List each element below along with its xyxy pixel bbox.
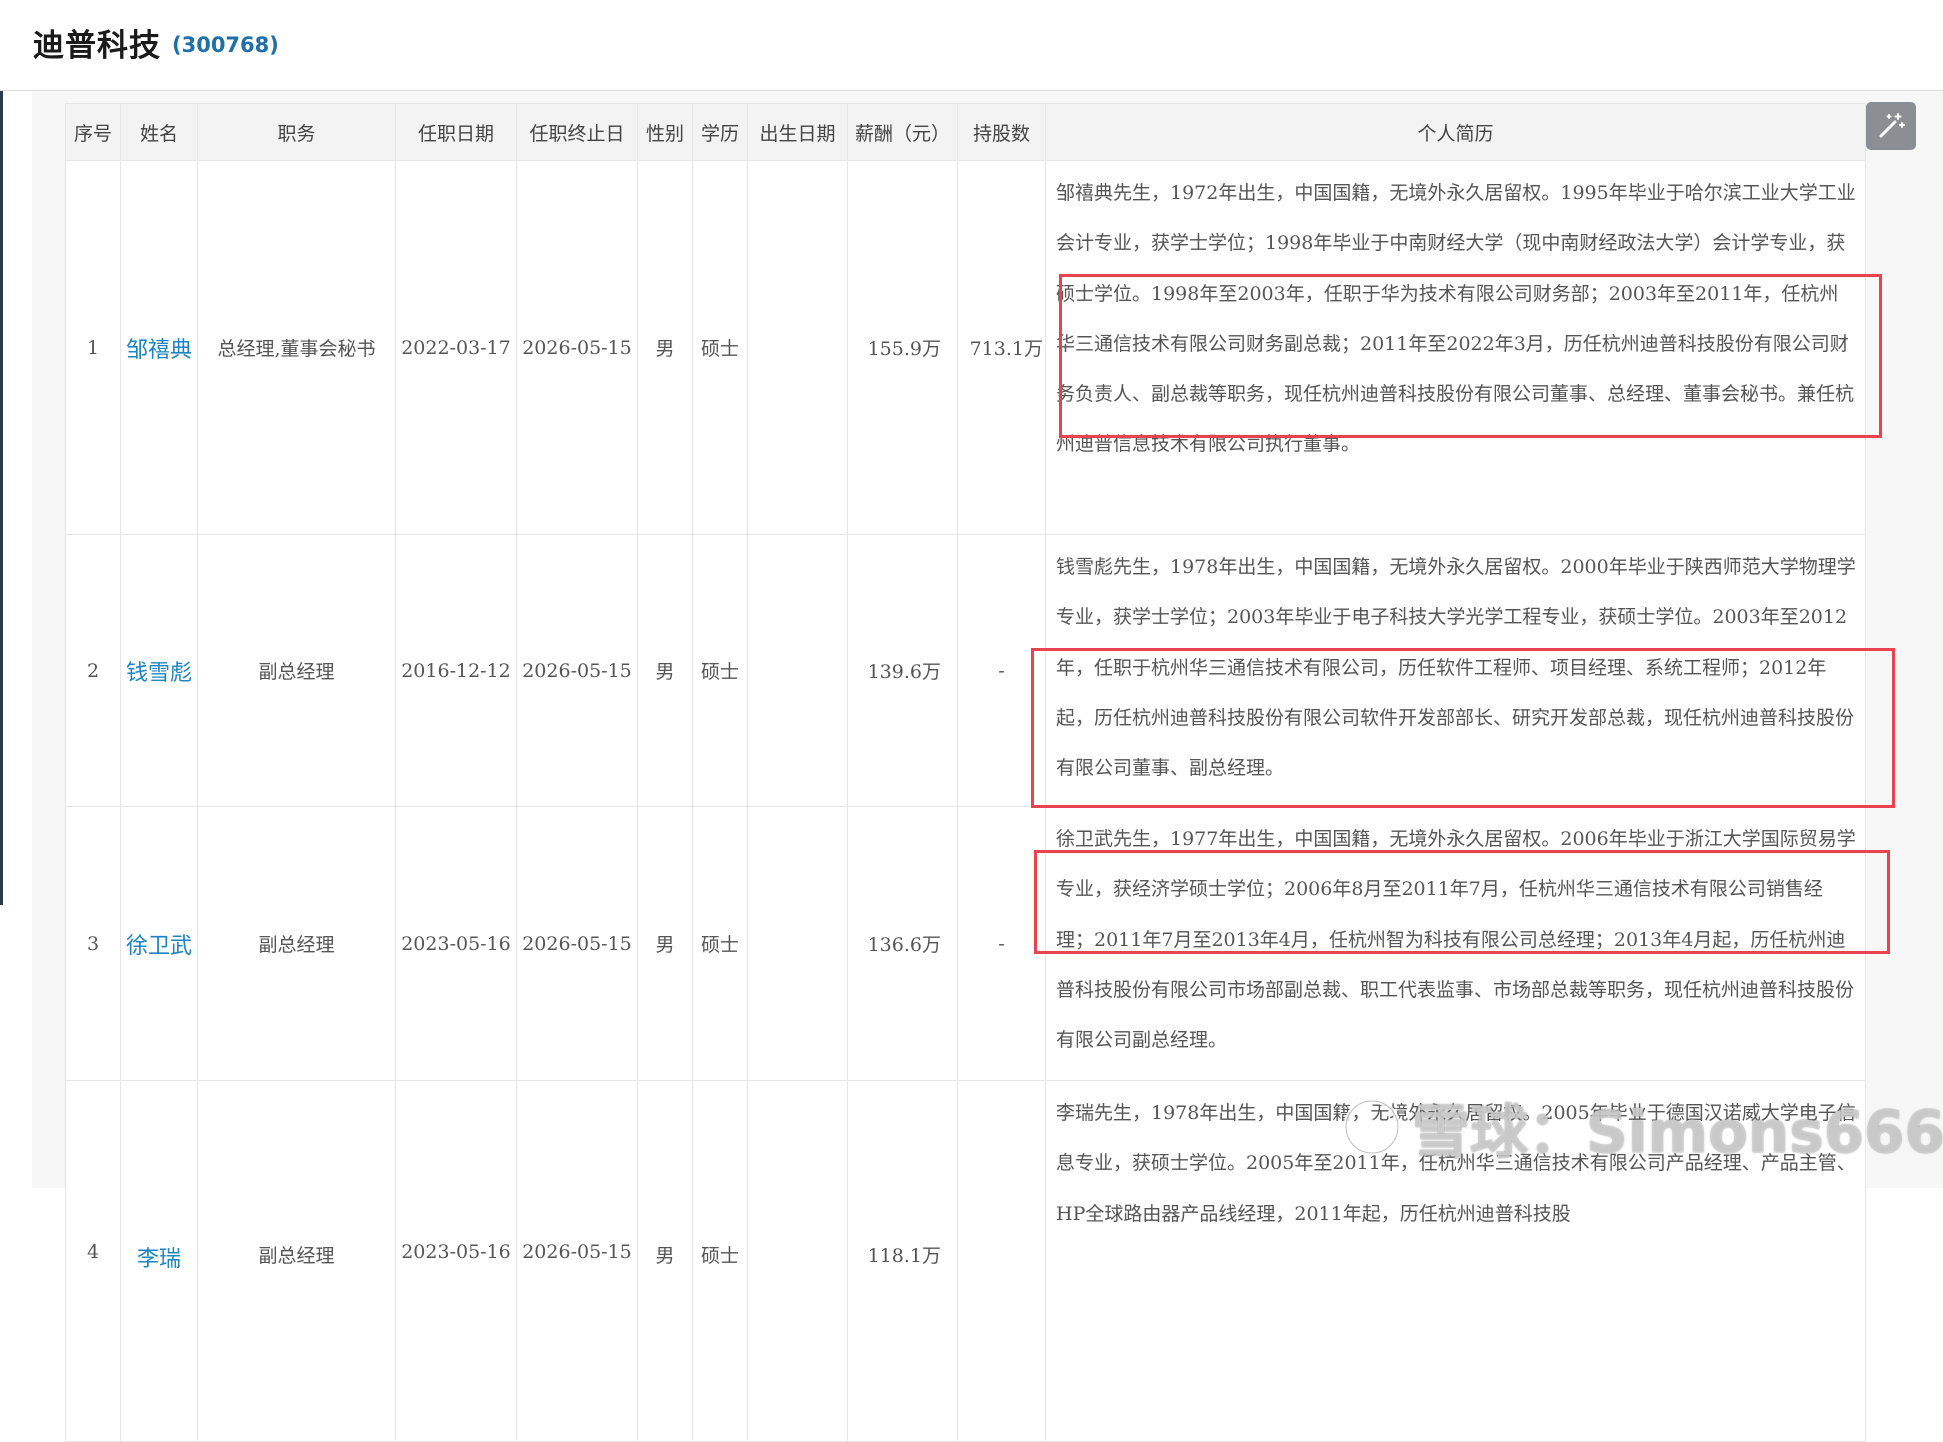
col-header-end-date[interactable]: 任职终止日 [516, 103, 638, 161]
cell-birth-date [747, 160, 848, 535]
company-name: 迪普科技 [33, 28, 161, 64]
cell-bio: 邹禧典先生，1972年出生，中国国籍，无境外永久居留权。1995年毕业于哈尔滨工… [1045, 160, 1866, 535]
col-header-gender[interactable]: 性别 [637, 103, 693, 161]
cell-salary: 136.6万 [847, 806, 958, 1081]
magic-wand-icon [1879, 113, 1905, 138]
cell-position: 副总经理 [197, 1080, 396, 1442]
cell-end-date: 2026-05-15 [516, 806, 638, 1081]
col-header-education[interactable]: 学历 [692, 103, 748, 161]
cell-bio: 徐卫武先生，1977年出生，中国国籍，无境外永久居留权。2006年毕业于浙江大学… [1045, 806, 1866, 1081]
cell-index: 1 [65, 160, 121, 535]
col-header-index[interactable]: 序号 [65, 103, 121, 161]
cell-end-date: 2026-05-15 [516, 534, 638, 807]
table-header-row: 序号 姓名 职务 任职日期 任职终止日 性别 学历 出生日期 薪酬（元） 持股数… [65, 103, 1866, 161]
cell-education: 硕士 [692, 806, 748, 1081]
col-header-position[interactable]: 职务 [197, 103, 396, 161]
cell-start-date: 2022-03-17 [395, 160, 517, 535]
left-edge-bar [0, 0, 3, 905]
cell-education: 硕士 [692, 160, 748, 535]
magic-wand-button[interactable] [1866, 102, 1916, 150]
col-header-bio[interactable]: 个人简历 [1045, 103, 1866, 161]
cell-start-date: 2016-12-12 [395, 534, 517, 807]
cell-salary: 139.6万 [847, 534, 958, 807]
cell-start-date: 2023-05-16 [395, 1080, 517, 1442]
cell-index: 4 [65, 1080, 121, 1442]
cell-position: 副总经理 [197, 806, 396, 1081]
cell-salary: 155.9万 [847, 160, 958, 535]
cell-shares [957, 1080, 1046, 1442]
cell-name-link[interactable]: 钱雪彪 [120, 534, 198, 807]
watermark-text: 雪球：Simons666 [1412, 1098, 1943, 1166]
cell-birth-date [747, 806, 848, 1081]
cell-shares: - [957, 806, 1046, 1081]
table-row: 3 徐卫武 副总经理 2023-05-16 2026-05-15 男 硕士 13… [65, 806, 1866, 1081]
cell-position: 总经理,董事会秘书 [197, 160, 396, 535]
table-row: 1 邹禧典 总经理,董事会秘书 2022-03-17 2026-05-15 男 … [65, 160, 1866, 535]
cell-education: 硕士 [692, 1080, 748, 1442]
cell-bio: 钱雪彪先生，1978年出生，中国国籍，无境外永久居留权。2000年毕业于陕西师范… [1045, 534, 1866, 807]
snowball-logo [1343, 1098, 1401, 1156]
executives-table-wrapper: 序号 姓名 职务 任职日期 任职终止日 性别 学历 出生日期 薪酬（元） 持股数… [65, 103, 1866, 1442]
cell-end-date: 2026-05-15 [516, 1080, 638, 1442]
cell-shares: 713.1万 [957, 160, 1046, 535]
cell-gender: 男 [637, 806, 693, 1081]
cell-position: 副总经理 [197, 534, 396, 807]
cell-name-link[interactable]: 邹禧典 [120, 160, 198, 535]
cell-birth-date [747, 1080, 848, 1442]
cell-gender: 男 [637, 534, 693, 807]
cell-index: 2 [65, 534, 121, 807]
cell-end-date: 2026-05-15 [516, 160, 638, 535]
col-header-start-date[interactable]: 任职日期 [395, 103, 517, 161]
executives-table: 序号 姓名 职务 任职日期 任职终止日 性别 学历 出生日期 薪酬（元） 持股数… [65, 103, 1866, 1442]
cell-start-date: 2023-05-16 [395, 806, 517, 1081]
col-header-birth-date[interactable]: 出生日期 [747, 103, 848, 161]
page-header: 迪普科技 (300768) [0, 0, 1943, 91]
cell-name-link[interactable]: 徐卫武 [120, 806, 198, 1081]
col-header-name[interactable]: 姓名 [120, 103, 198, 161]
table-row: 2 钱雪彪 副总经理 2016-12-12 2026-05-15 男 硕士 13… [65, 534, 1866, 807]
cell-gender: 男 [637, 160, 693, 535]
cell-salary: 118.1万 [847, 1080, 958, 1442]
watermark: 雪球：Simons666 [1340, 1085, 1943, 1169]
stock-code: (300768) [172, 33, 279, 57]
col-header-shares[interactable]: 持股数 [957, 103, 1046, 161]
cell-education: 硕士 [692, 534, 748, 807]
cell-index: 3 [65, 806, 121, 1081]
cell-name-link[interactable]: 李瑞 [120, 1080, 198, 1442]
cell-shares: - [957, 534, 1046, 807]
cell-birth-date [747, 534, 848, 807]
cell-gender: 男 [637, 1080, 693, 1442]
col-header-salary[interactable]: 薪酬（元） [847, 103, 958, 161]
